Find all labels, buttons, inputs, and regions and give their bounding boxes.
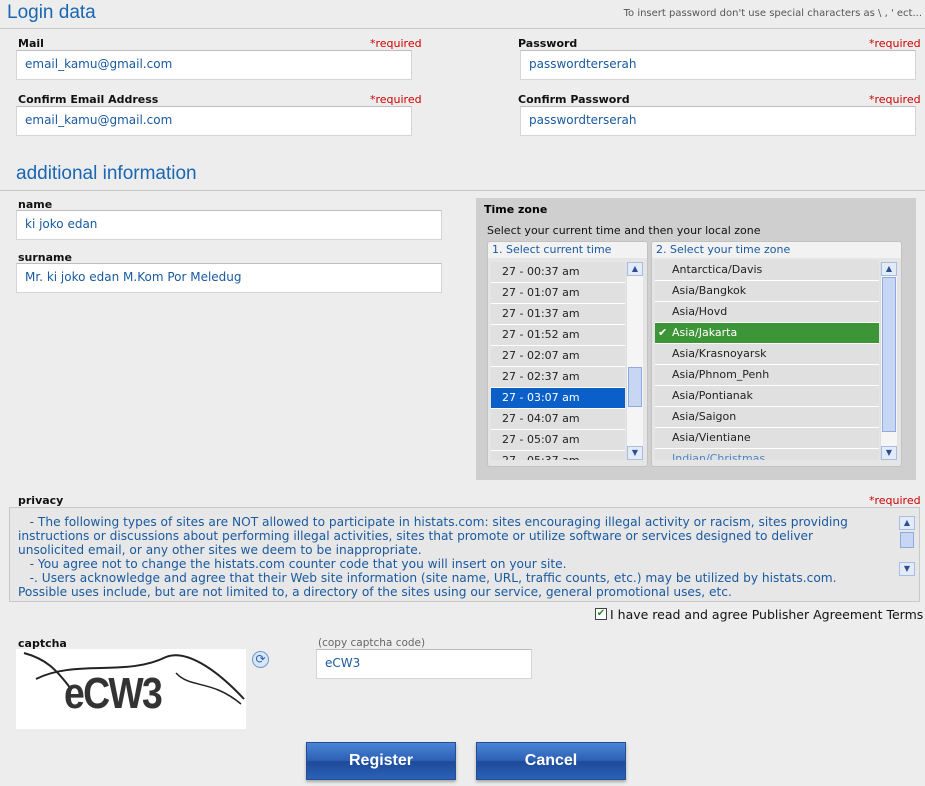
time-option[interactable]: 27 - 01:07 am: [491, 283, 625, 304]
time-zone-label: Asia/Phnom_Penh: [672, 368, 770, 381]
privacy-required: required: [869, 494, 921, 507]
privacy-line: -. Users acknowledge and agree that thei…: [18, 571, 837, 585]
captcha-text: eCW3: [64, 669, 163, 718]
name-input[interactable]: ki joko edan: [16, 210, 442, 240]
scroll-thumb[interactable]: [882, 277, 896, 432]
timezone-title: Time zone: [484, 203, 548, 216]
password-hint-note: To insert password don't use special cha…: [623, 8, 922, 19]
mail-label: Mail: [18, 37, 44, 50]
time-option[interactable]: 27 - 05:37 am: [491, 451, 625, 460]
login-data-title: Login data: [7, 2, 96, 23]
scroll-thumb[interactable]: [628, 367, 642, 407]
scroll-down-icon[interactable]: ▼: [899, 562, 915, 576]
time-option[interactable]: 27 - 02:37 am: [491, 367, 625, 388]
current-time-list: 1. Select current time 27 - 00:37 am 27 -…: [487, 241, 648, 467]
password-label: Password: [518, 37, 578, 50]
time-zone-label: Indian/Christmas: [672, 452, 766, 460]
time-zone-option[interactable]: Antarctica/Davis: [655, 260, 879, 281]
divider: [0, 28, 925, 29]
scroll-up-icon[interactable]: ▲: [627, 262, 643, 276]
captcha-input[interactable]: eCW3: [316, 649, 532, 679]
privacy-line: Possible uses include, but are not limit…: [18, 585, 732, 599]
additional-info-title: additional information: [16, 163, 197, 184]
agree-label[interactable]: I have read and agree Publisher Agreemen…: [610, 607, 923, 622]
privacy-line: unsolicited email, or any other sites we…: [18, 543, 422, 557]
privacy-line: - The following types of sites are NOT a…: [18, 515, 848, 529]
confirm-password-required: required: [869, 93, 921, 106]
time-option[interactable]: 27 - 01:52 am: [491, 325, 625, 346]
scroll-up-icon[interactable]: ▲: [881, 262, 897, 276]
cancel-button[interactable]: Cancel: [476, 742, 626, 780]
password-required: required: [869, 37, 921, 50]
current-time-options: 27 - 00:37 am 27 - 01:07 am 27 - 01:37 am 2…: [491, 262, 625, 460]
time-zone-option[interactable]: Asia/Pontianak: [655, 386, 879, 407]
time-option[interactable]: 27 - 00:37 am: [491, 262, 625, 283]
time-zone-label: Antarctica/Davis: [672, 263, 763, 276]
confirm-password-input[interactable]: passwordterserah: [520, 106, 916, 136]
register-button[interactable]: Register: [306, 742, 456, 780]
scroll-up-icon[interactable]: ▲: [899, 516, 915, 530]
time-zone-options: Antarctica/Davis Asia/Bangkok Asia/Hovd ✔ As…: [655, 260, 879, 460]
refresh-captcha-icon[interactable]: ⟳: [252, 651, 269, 668]
time-zone-option[interactable]: Asia/Saigon: [655, 407, 879, 428]
time-zone-label: Asia/Krasnoyarsk: [672, 347, 767, 360]
surname-input[interactable]: Mr. ki joko edan M.Kom Por Meledug: [16, 263, 442, 293]
time-option[interactable]: 27 - 04:07 am: [491, 409, 625, 430]
current-time-header: 1. Select current time: [488, 242, 647, 258]
mail-required: required: [370, 37, 422, 50]
privacy-textarea[interactable]: - The following types of sites are NOT a…: [9, 507, 920, 602]
scroll-down-icon[interactable]: ▼: [627, 446, 643, 460]
time-option[interactable]: 27 - 05:07 am: [491, 430, 625, 451]
scroll-thumb[interactable]: [900, 532, 914, 548]
captcha-image: eCW3: [16, 649, 246, 729]
current-time-scrollbar[interactable]: ▲ ▼: [626, 262, 643, 460]
time-zone-label: Asia/Saigon: [672, 410, 737, 423]
time-zone-option[interactable]: Asia/Vientiane: [655, 428, 879, 449]
time-zone-header: 2. Select your time zone: [652, 242, 901, 258]
time-zone-option[interactable]: Asia/Bangkok: [655, 281, 879, 302]
time-zone-label: Asia/Vientiane: [672, 431, 751, 444]
time-option[interactable]: 27 - 01:37 am: [491, 304, 625, 325]
time-zone-list: 2. Select your time zone Antarctica/Davi…: [651, 241, 902, 467]
confirm-password-label: Confirm Password: [518, 93, 630, 106]
privacy-label: privacy: [18, 494, 64, 507]
time-zone-option[interactable]: Asia/Krasnoyarsk: [655, 344, 879, 365]
confirm-email-required: required: [370, 93, 422, 106]
time-zone-label: Asia/Pontianak: [672, 389, 753, 402]
time-zone-option[interactable]: Asia/Phnom_Penh: [655, 365, 879, 386]
time-zone-label: Asia/Bangkok: [672, 284, 747, 297]
agree-checkbox[interactable]: ✔: [595, 608, 607, 620]
captcha-hint: (copy captcha code): [318, 637, 426, 649]
time-option[interactable]: 27 - 03:07 am: [491, 388, 625, 409]
mail-input[interactable]: email_kamu@gmail.com: [16, 50, 412, 80]
privacy-scrollbar[interactable]: ▲ ▼: [899, 514, 915, 594]
scroll-down-icon[interactable]: ▼: [881, 446, 897, 460]
time-zone-option[interactable]: Indian/Christmas: [655, 449, 879, 460]
time-option[interactable]: 27 - 02:07 am: [491, 346, 625, 367]
divider: [0, 190, 925, 191]
time-zone-option[interactable]: Asia/Hovd: [655, 302, 879, 323]
privacy-line: - You agree not to change the histats.co…: [18, 557, 567, 571]
password-input[interactable]: passwordterserah: [520, 50, 916, 80]
time-zone-label: Asia/Hovd: [672, 305, 728, 318]
time-zone-scrollbar[interactable]: ▲ ▼: [880, 262, 897, 460]
check-icon: ✔: [596, 608, 606, 619]
timezone-subtitle: Select your current time and then your l…: [487, 224, 761, 237]
confirm-email-label: Confirm Email Address: [18, 93, 159, 106]
check-icon: ✔: [658, 326, 668, 339]
time-zone-option[interactable]: ✔ Asia/Jakarta: [655, 323, 879, 344]
confirm-email-input[interactable]: email_kamu@gmail.com: [16, 106, 412, 136]
privacy-line: instructions or discussions about perfor…: [18, 529, 814, 543]
time-zone-label: Asia/Jakarta: [672, 326, 738, 339]
